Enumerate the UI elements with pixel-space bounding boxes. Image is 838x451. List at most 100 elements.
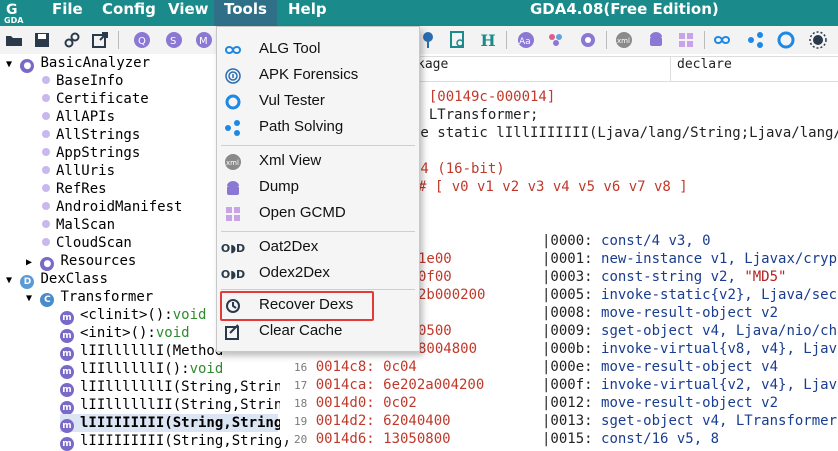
menu-item-alg-tool[interactable]: ALG Tool (217, 37, 419, 63)
code-header-line: : LTransformer; (412, 107, 539, 123)
code-header-line: n [00149c-000014] (412, 89, 556, 105)
tree-node-basicanalyzer[interactable]: ▼ ● BasicAnalyzer (6, 54, 150, 73)
open-folder-icon[interactable] (4, 30, 24, 50)
search-q-icon[interactable]: Q (132, 30, 152, 50)
bullet-icon (42, 166, 50, 174)
ring-icon (223, 93, 243, 111)
method-icon: m (60, 311, 74, 325)
text-aa-icon[interactable]: Aa (516, 30, 536, 50)
link-icon[interactable] (62, 30, 82, 50)
android-icon[interactable] (646, 30, 666, 50)
code-line: |0012: move-result-object v2 (542, 395, 779, 411)
oat-icon: O◗D (220, 241, 246, 255)
menu-file[interactable]: File (42, 0, 93, 26)
code-line: |0000: const/4 v3, 0 (542, 233, 711, 249)
tree-method[interactable]: m lIIllllllI(Method (60, 342, 223, 361)
save-icon[interactable] (32, 30, 52, 50)
header-h-icon[interactable]: H (478, 30, 498, 50)
palette-icon[interactable] (546, 30, 566, 50)
menu-view[interactable]: View (158, 0, 219, 26)
tree-item[interactable]: AllStrings (42, 126, 140, 144)
tree-item[interactable]: AllUris (42, 162, 115, 180)
menu-item-vul-tester[interactable]: Vul Tester (217, 89, 419, 115)
tree-node-dexclass[interactable]: ▼ D DexClass (6, 270, 108, 289)
sun-icon[interactable] (808, 30, 828, 50)
menu-item-clear-cache[interactable]: Clear Cache (217, 319, 419, 345)
tree-item[interactable]: AndroidManifest (42, 198, 182, 216)
key-icon[interactable] (418, 30, 438, 50)
tree-method[interactable]: m <clinit>():void (60, 306, 206, 325)
tree-method[interactable]: m <init>():void (60, 324, 190, 343)
method-icon: m (60, 419, 74, 433)
title-bar: G GDA File Config View Tools Help GDA4.08… (0, 0, 838, 26)
hex-row: 19 0014d2: 62040400 (294, 413, 451, 429)
method-icon: m (60, 383, 74, 397)
clear-cache-icon (223, 323, 243, 341)
tree-node-transformer[interactable]: ▼ C Transformer (26, 288, 153, 307)
menu-config[interactable]: Config (92, 0, 166, 26)
tree-item[interactable]: Certificate (42, 90, 149, 108)
menu-separator (221, 145, 415, 146)
package-field[interactable]: kage (410, 56, 672, 82)
search-m-icon[interactable]: M (194, 30, 214, 50)
ring-icon[interactable] (776, 30, 796, 50)
code-line: |0003: const-string v2, "MD5" (542, 269, 787, 285)
menu-item-open-gcmd[interactable]: Open GCMD (217, 201, 419, 227)
bullet-icon (42, 130, 50, 138)
xml-icon[interactable]: xml (614, 30, 634, 50)
menu-item-odex2dex[interactable]: O◗D Odex2Dex (217, 261, 419, 287)
doc-search-icon[interactable] (448, 30, 468, 50)
infinity-icon[interactable] (712, 30, 732, 50)
tree-item[interactable]: RefRes (42, 180, 107, 198)
tree-method[interactable]: m lIIlllllllI(String,String) (60, 378, 299, 397)
tree-item[interactable]: AllAPIs (42, 108, 115, 126)
menu-separator (221, 289, 415, 290)
tree-method-selected[interactable]: m lIIIIIIIII(String,String) (60, 414, 291, 433)
tree-item[interactable]: MalScan (42, 216, 115, 234)
window-title: GDA4.08(Free Edition) (530, 0, 719, 18)
tree-node-resources[interactable]: ▶ ● Resources (26, 252, 136, 271)
bullet-icon (42, 112, 50, 120)
menu-item-apk-forensics[interactable]: APK Forensics (217, 63, 419, 89)
menu-item-xml-view[interactable]: xml Xml View (217, 149, 419, 175)
tree-method[interactable]: m lIIllllllII(String,String) (60, 396, 299, 415)
windows-icon[interactable] (676, 30, 696, 50)
code-line: |000f: invoke-virtual{v2, v4}, Ljava/ (542, 377, 838, 393)
hex-fragment: 1e00 (418, 251, 452, 267)
code-line: |0008: move-result-object v2 (542, 305, 779, 321)
bullet-icon (42, 148, 50, 156)
svg-text:Q: Q (138, 36, 146, 47)
menu-item-dump[interactable]: Dump (217, 175, 419, 201)
code-line: |0015: const/16 v5, 8 (542, 431, 720, 447)
code-line: |000e: move-result-object v4 (542, 359, 779, 375)
tree-item[interactable]: CloudScan (42, 234, 132, 252)
code-line: |0001: new-instance v1, Ljavax/crypto (542, 251, 838, 267)
bullet-icon (42, 94, 50, 102)
recover-dexs-highlight (220, 291, 374, 321)
menu-tools[interactable]: Tools (214, 0, 277, 26)
export-icon[interactable] (90, 30, 110, 50)
bullet-icon (42, 184, 50, 192)
code-line: |0005: invoke-static{v2}, Ljava/secur (542, 287, 838, 303)
android-icon (223, 179, 243, 197)
fingerprint-icon (223, 67, 243, 85)
tree-item[interactable]: AppStrings (42, 144, 140, 162)
declare-field[interactable]: declare (670, 56, 838, 82)
tree-item[interactable]: BaseInfo (42, 72, 123, 90)
svg-text:Aa: Aa (519, 37, 531, 47)
bullet-icon (42, 220, 50, 228)
code-line: |0013: sget-object v4, LTransformer;- (542, 413, 838, 429)
code-header-line: te static lIllIIIIIII(Ljava/lang/String;… (412, 125, 838, 141)
gear-icon[interactable] (578, 30, 598, 50)
menu-help[interactable]: Help (278, 0, 337, 26)
hex-fragment: 2b000200 (418, 287, 486, 303)
code-line: |0009: sget-object v4, Ljava/nio/char (542, 323, 838, 339)
graph-nodes-icon[interactable] (746, 30, 766, 50)
menu-item-oat2dex[interactable]: O◗D Oat2Dex (217, 235, 419, 261)
search-s-icon[interactable]: S (164, 30, 184, 50)
tree-method[interactable]: m lIIIIIIIII(String,String) (60, 432, 291, 451)
app-logo: G GDA (4, 2, 24, 25)
menu-item-path-solving[interactable]: Path Solving (217, 115, 419, 141)
tree-method[interactable]: m lIIllllllI():void (60, 360, 223, 379)
hex-fragment: 0f00 (418, 269, 452, 285)
